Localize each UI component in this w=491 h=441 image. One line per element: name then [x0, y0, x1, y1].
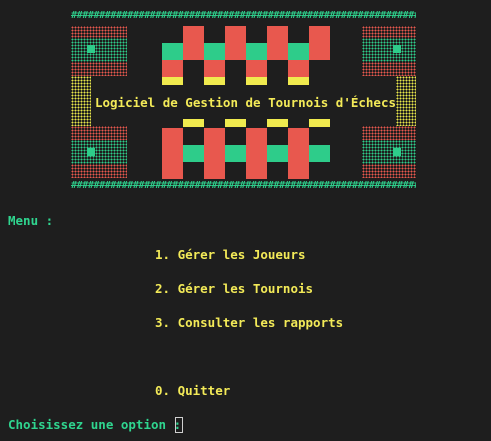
- input-prompt: Choisissez une option :: [8, 417, 189, 432]
- terminal-input-cursor[interactable]: [175, 417, 183, 433]
- banner-title: Logiciel de Gestion de Tournois d'Échecs: [94, 95, 397, 110]
- menu-option-quit: 0. Quitter: [155, 383, 231, 398]
- menu-option-players: 1. Gérer les Joueurs: [155, 247, 306, 262]
- menu-label: Menu :: [8, 213, 54, 228]
- banner-bottom-border: ########################################…: [71, 181, 416, 191]
- menu-option-reports: 3. Consulter les rapports: [155, 315, 344, 330]
- banner-top-border: ########################################…: [71, 11, 416, 21]
- menu-option-tournaments: 2. Gérer les Tournois: [155, 281, 314, 296]
